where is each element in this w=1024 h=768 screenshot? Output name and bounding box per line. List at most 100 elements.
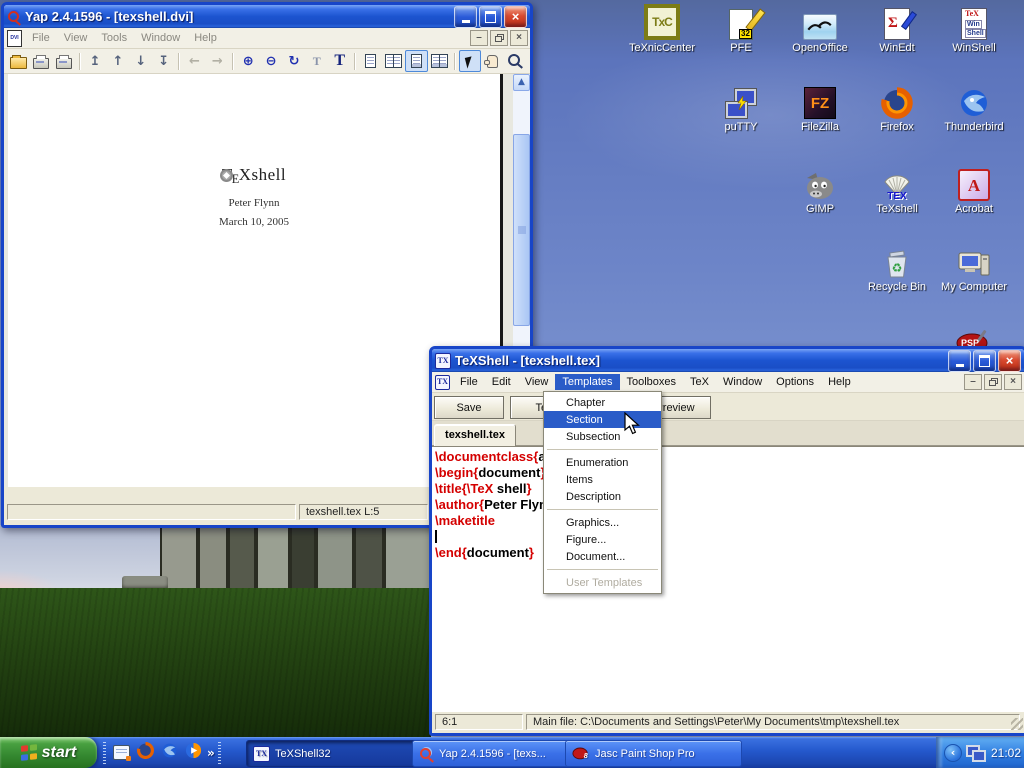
desktop-icon-label: GIMP (782, 203, 858, 215)
texshell-menu-file[interactable]: File (453, 374, 485, 390)
scroll-up-arrow[interactable]: ▲ (513, 74, 530, 91)
texshell-close-button[interactable]: × (998, 350, 1021, 372)
network-tray-icon[interactable] (966, 744, 986, 762)
popup-item-graphics[interactable]: Graphics... (544, 514, 661, 531)
vertical-scroll-thumb[interactable] (513, 134, 530, 326)
dvi-author-text: Peter Flynn (8, 198, 500, 209)
desktop-icon-texniccenter[interactable]: TxCTeXnicCenter (624, 4, 700, 54)
desktop-icon-filezilla[interactable]: FZFileZilla (782, 83, 858, 133)
yap-menu-view[interactable]: View (57, 30, 95, 46)
yap-mdi-close-button[interactable]: × (510, 30, 528, 46)
desktop-icon-winshell[interactable]: TeXWinShellWinShell (936, 4, 1012, 54)
texshell-minimize-button[interactable] (948, 350, 971, 372)
texshell-menu-edit[interactable]: Edit (485, 374, 518, 390)
yap-menu-window[interactable]: Window (134, 30, 187, 46)
continuous-double-view-icon[interactable] (428, 50, 451, 72)
popup-item-enumeration[interactable]: Enumeration (544, 454, 661, 471)
magnifier-tool-icon[interactable] (504, 50, 527, 72)
yap-titlebar[interactable]: Yap 2.4.1596 - [texshell.dvi] × (4, 5, 530, 28)
taskbar-button-jasc-paint-shop-pro[interactable]: 8Jasc Paint Shop Pro (565, 740, 742, 767)
continuous-view-icon[interactable] (405, 50, 428, 72)
texshell-menu-help[interactable]: Help (821, 374, 858, 390)
popup-item-description[interactable]: Description (544, 488, 661, 505)
texshell-maximize-button[interactable] (973, 350, 996, 372)
media-player-icon[interactable] (181, 741, 205, 765)
thunderbird-icon[interactable] (157, 741, 181, 765)
popup-item-section[interactable]: Section (544, 411, 661, 428)
desktop-icon-my-computer[interactable]: My Computer (936, 243, 1012, 293)
last-page-icon[interactable]: ↧ (152, 50, 175, 72)
first-page-icon[interactable]: ↥ (84, 50, 107, 72)
tab-texshell-tex[interactable]: texshell.tex (434, 424, 516, 446)
menu-separator (547, 509, 658, 510)
yap-menu-tools[interactable]: Tools (94, 30, 134, 46)
desktop-icon-pfe[interactable]: 32PFE (703, 4, 779, 54)
desktop-icon-thunderbird[interactable]: Thunderbird (936, 83, 1012, 133)
texshell-menu-toolboxes[interactable]: Toolboxes (620, 374, 684, 390)
yap-mdi-restore-button[interactable] (490, 30, 508, 46)
desktop-icon-firefox[interactable]: Firefox (859, 83, 935, 133)
yap-maximize-button[interactable] (479, 6, 502, 28)
tray-collapse-button[interactable]: ‹ (944, 744, 962, 762)
desktop-icon-recycle-bin[interactable]: ♻Recycle Bin (859, 243, 935, 293)
desktop-icon-putty[interactable]: puTTY (703, 83, 779, 133)
text-tool-icon[interactable]: T (328, 50, 351, 72)
show-desktop-icon[interactable] (109, 741, 133, 765)
previous-page-icon[interactable]: ↑ (106, 50, 129, 72)
refresh-icon-glyph: ↻ (288, 54, 299, 69)
yap-close-button[interactable]: × (504, 6, 527, 28)
next-page-icon[interactable]: ↓ (129, 50, 152, 72)
texshell-editor[interactable]: \documentclass{article}\begin{document}\… (432, 446, 1024, 712)
open-file-icon[interactable] (7, 50, 30, 72)
toolbar-grip[interactable] (218, 742, 221, 764)
yap-minimize-button[interactable] (454, 6, 477, 28)
texshell-menu-window[interactable]: Window (716, 374, 769, 390)
texshell-mdi-minimize-button[interactable]: – (964, 374, 982, 390)
zoom-out-icon[interactable]: ⊖ (260, 50, 283, 72)
select-tool-icon[interactable] (459, 50, 482, 72)
quick-launch-overflow-chevron[interactable]: » (207, 747, 215, 759)
hand-tool-icon[interactable] (481, 50, 504, 72)
save-button[interactable]: Save (434, 396, 504, 419)
texshell-app-icon: TX (435, 353, 451, 369)
desktop-icon-winedt[interactable]: ΣWinEdt (859, 4, 935, 54)
print-page-icon[interactable] (53, 50, 76, 72)
toolbar-grip[interactable] (103, 742, 106, 764)
texshell-menu-view[interactable]: View (518, 374, 556, 390)
firefox-icon[interactable] (133, 741, 157, 765)
ruler-tool-icon[interactable]: T (305, 50, 328, 72)
editor-line: \begin{document} (435, 465, 1024, 481)
refresh-icon[interactable]: ↻ (282, 50, 305, 72)
texshell-menu-templates[interactable]: Templates (555, 374, 619, 390)
popup-item-figure[interactable]: Figure... (544, 531, 661, 548)
print-icon[interactable] (30, 50, 53, 72)
popup-item-items[interactable]: Items (544, 471, 661, 488)
yap-menu-file[interactable]: File (25, 30, 57, 46)
double-page-view-icon[interactable] (382, 50, 405, 72)
forward-icon[interactable]: → (206, 50, 229, 72)
texshell-menu-tex[interactable]: TeX (683, 374, 716, 390)
taskbar-button-yap-2-4-1596-texs[interactable]: Yap 2.4.1596 - [texs... (412, 740, 572, 767)
texshell-mdi-close-button[interactable]: × (1004, 374, 1022, 390)
single-page-view-icon[interactable] (359, 50, 382, 72)
popup-item-document[interactable]: Document... (544, 548, 661, 565)
yap-menu-help[interactable]: Help (187, 30, 224, 46)
texshell-mdi-restore-button[interactable] (984, 374, 1002, 390)
desktop-icon-label: PFE (703, 42, 779, 54)
yap-mdi-minimize-button[interactable]: – (470, 30, 488, 46)
resize-grip[interactable] (1011, 718, 1023, 730)
texshell-titlebar[interactable]: TX TeXShell - [texshell.tex] × (432, 349, 1024, 372)
back-icon[interactable]: ← (183, 50, 206, 72)
desktop-icon-gimp[interactable]: GIMP (782, 165, 858, 215)
desktop-icon-openoffice[interactable]: OpenOffice (782, 4, 858, 54)
desktop-icon-label: TeXshell (859, 203, 935, 215)
zoom-in-icon[interactable]: ⊕ (237, 50, 260, 72)
texshell-menu-options[interactable]: Options (769, 374, 821, 390)
desktop-icon-texshell[interactable]: TEXTeXshell (859, 165, 935, 215)
desktop-icon-acrobat[interactable]: AAcrobat (936, 165, 1012, 215)
dvi-document-icon: DVI (7, 31, 22, 46)
popup-item-chapter[interactable]: Chapter (544, 394, 661, 411)
start-button[interactable]: start (0, 737, 97, 768)
popup-item-subsection[interactable]: Subsection (544, 428, 661, 445)
taskbar-button-texshell32[interactable]: TXTeXShell32 (246, 740, 422, 767)
